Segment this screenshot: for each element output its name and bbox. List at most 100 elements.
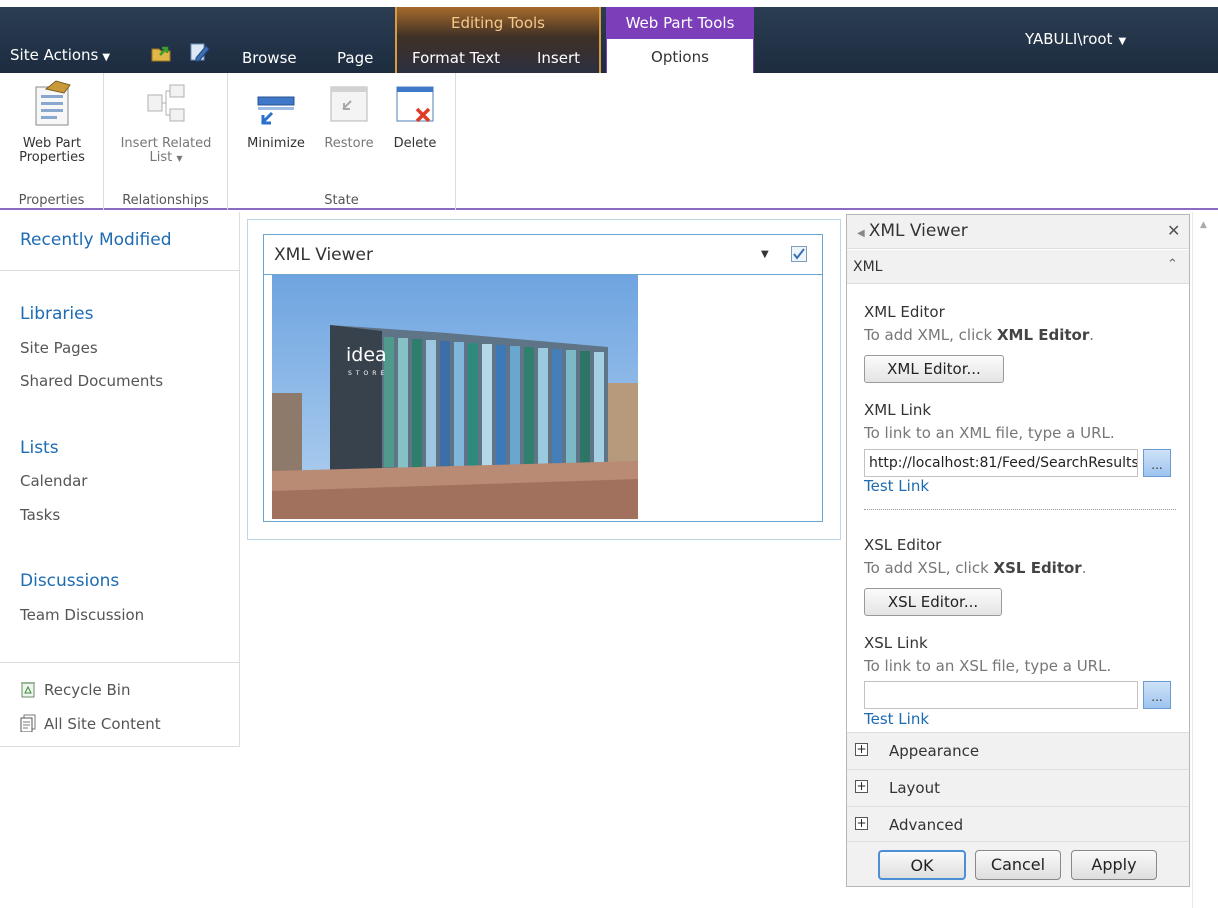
web-part-properties-button[interactable]: Web Part Properties [8, 79, 96, 165]
chevron-down-icon: ▼ [102, 52, 111, 63]
ribbon-group-relationships: Insert Related List ▼ Relationships [104, 73, 228, 210]
site-actions-menu[interactable]: Site Actions ▼ [10, 46, 110, 64]
cancel-button[interactable]: Cancel [975, 850, 1061, 880]
nav-all-site-content[interactable]: All Site Content [20, 714, 161, 733]
expand-plus-icon[interactable]: + [855, 743, 868, 756]
nav-recently-modified[interactable]: Recently Modified [20, 230, 171, 250]
tool-pane-title: ◀ XML Viewer [857, 221, 968, 241]
tab-insert[interactable]: Insert [537, 49, 580, 67]
delete-icon [396, 86, 434, 123]
minimize-icon [257, 96, 295, 125]
top-strip [0, 0, 1218, 7]
section-divider [864, 509, 1176, 510]
nav-site-pages[interactable]: Site Pages [20, 339, 98, 357]
nav-divider [0, 270, 240, 271]
minimize-button[interactable]: Minimize [238, 79, 314, 151]
navigate-up-icon[interactable] [150, 41, 172, 63]
tab-options[interactable]: Options [607, 39, 753, 73]
xml-section-title: XML [853, 259, 883, 275]
xml-viewer-web-part: XML Viewer ▼ idea STORE [263, 234, 823, 522]
nav-tasks[interactable]: Tasks [20, 506, 60, 524]
scroll-up-icon[interactable]: ▲ [1200, 220, 1207, 230]
web-part-properties-label-2: Properties [19, 150, 85, 165]
xml-editor-description: To add XML, click XML Editor. [864, 326, 1095, 344]
editing-tools-label: Editing Tools [451, 14, 545, 32]
ribbon-group-state: Minimize Restore Delete State [228, 73, 456, 210]
xsl-editor-description: To add XSL, click XSL Editor. [864, 559, 1087, 577]
nav-calendar[interactable]: Calendar [20, 472, 87, 490]
left-navigation: Recently Modified Libraries Site Pages S… [0, 212, 240, 747]
tab-format-text[interactable]: Format Text [412, 49, 500, 67]
top-ribbon-bar: Editing Tools Web Part Tools Site Action… [0, 0, 1218, 73]
chevron-down-icon: ▼ [176, 154, 183, 163]
nav-team-discussion[interactable]: Team Discussion [20, 606, 144, 624]
vertical-scrollbar[interactable]: ▲ [1192, 212, 1218, 908]
web-part-properties-icon [35, 80, 71, 126]
restore-button[interactable]: Restore [316, 79, 382, 151]
delete-button[interactable]: Delete [384, 79, 446, 151]
chevron-down-icon: ▼ [1118, 36, 1127, 47]
collapse-icon[interactable]: ⌃ [1167, 257, 1178, 272]
xml-link-browse-button[interactable]: ... [1143, 449, 1171, 477]
tab-page[interactable]: Page [337, 49, 373, 67]
layout-section[interactable]: + Layout [847, 769, 1189, 806]
xml-section-header[interactable]: XML ⌃ [847, 250, 1189, 284]
expand-plus-icon[interactable]: + [855, 780, 868, 793]
xsl-test-link[interactable]: Test Link [864, 710, 929, 728]
xml-link-label: XML Link [864, 401, 932, 419]
web-part-menu-icon[interactable]: ▼ [761, 249, 769, 260]
xsl-editor-desc-prefix: To add XSL, click [864, 559, 994, 577]
group-label-properties: Properties [18, 193, 85, 208]
xsl-editor-button[interactable]: XSL Editor... [864, 588, 1002, 616]
nav-lists[interactable]: Lists [20, 438, 59, 458]
close-icon[interactable]: ✕ [1167, 221, 1180, 240]
xsl-editor-desc-bold: XSL Editor [993, 559, 1082, 577]
tab-browse[interactable]: Browse [242, 49, 297, 67]
nav-libraries[interactable]: Libraries [20, 304, 93, 324]
image-sign-idea: idea [346, 344, 387, 366]
xsl-link-input[interactable] [864, 681, 1138, 709]
web-part-tools-label: Web Part Tools [625, 14, 735, 32]
back-arrow-icon[interactable]: ◀ [857, 228, 865, 239]
ok-button[interactable]: OK [878, 850, 966, 880]
group-label-state: State [324, 193, 359, 208]
nav-discussions[interactable]: Discussions [20, 571, 119, 591]
insert-related-list-icon [147, 84, 185, 122]
xsl-link-label: XSL Link [864, 634, 928, 652]
ribbon: Web Part Properties Properties Insert Re… [0, 73, 1218, 210]
nav-recycle-bin[interactable]: Recycle Bin [20, 680, 130, 699]
appearance-section[interactable]: + Appearance [847, 732, 1189, 769]
xml-link-description: To link to an XML file, type a URL. [864, 424, 1115, 442]
image-sign-store: STORE [348, 370, 388, 377]
apply-button[interactable]: Apply [1071, 850, 1157, 880]
xml-editor-desc-prefix: To add XML, click [864, 326, 997, 344]
restore-icon [330, 86, 368, 122]
edit-page-icon[interactable] [188, 41, 210, 63]
xml-link-input[interactable]: http://localhost:81/Feed/SearchResults [864, 449, 1138, 477]
xml-editor-button[interactable]: XML Editor... [864, 355, 1004, 383]
nav-divider [0, 662, 240, 663]
tool-pane-header: ◀ XML Viewer ✕ [847, 215, 1189, 249]
insert-related-label-2-text: List [149, 150, 173, 165]
restore-label: Restore [324, 136, 374, 151]
minimize-label: Minimize [247, 136, 305, 151]
nav-shared-documents[interactable]: Shared Documents [20, 372, 163, 390]
xml-editor-label: XML Editor [864, 303, 945, 321]
recycle-bin-label: Recycle Bin [44, 681, 131, 699]
xsl-link-browse-button[interactable]: ... [1143, 681, 1171, 709]
xml-test-link[interactable]: Test Link [864, 477, 929, 495]
advanced-section[interactable]: + Advanced [847, 806, 1189, 843]
tool-pane-footer: OK Cancel Apply [847, 841, 1189, 886]
recycle-bin-icon [21, 682, 35, 698]
xsl-link-description: To link to an XSL file, type a URL. [864, 657, 1112, 675]
user-name: YABULI\root [1025, 30, 1113, 48]
user-menu[interactable]: YABULI\root ▼ [1025, 30, 1126, 48]
insert-related-list-button[interactable]: Insert Related List ▼ [108, 79, 224, 166]
web-part-select-checkbox[interactable] [791, 246, 807, 262]
all-site-content-label: All Site Content [44, 715, 161, 733]
site-actions-label: Site Actions [10, 46, 99, 64]
tool-pane-title-text: XML Viewer [868, 221, 968, 241]
expand-plus-icon[interactable]: + [855, 817, 868, 830]
group-label-relationships: Relationships [122, 193, 209, 208]
xml-editor-desc-bold: XML Editor [996, 326, 1090, 344]
